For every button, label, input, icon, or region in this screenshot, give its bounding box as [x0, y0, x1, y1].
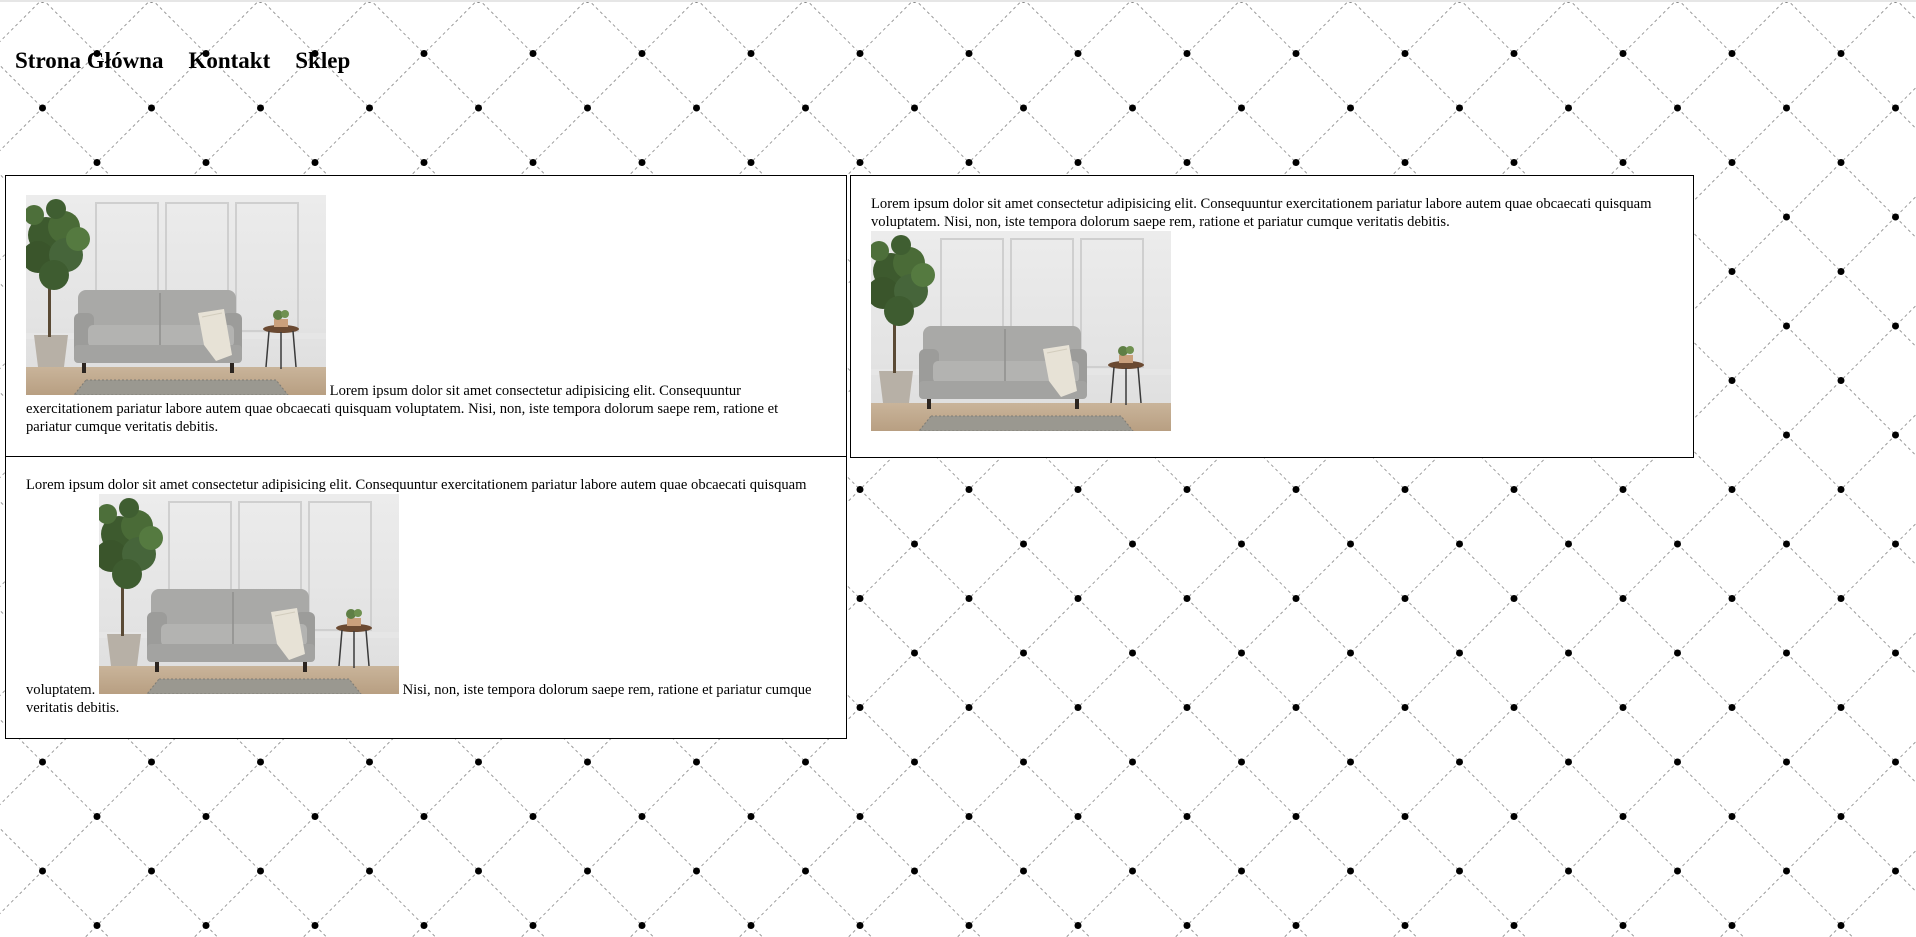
- card-3-paragraph: Lorem ipsum dolor sit amet consectetur a…: [26, 476, 826, 717]
- main-nav: Strona Główna Kontakt Sklep: [15, 47, 350, 75]
- content-card-3: Lorem ipsum dolor sit amet consectetur a…: [5, 456, 847, 739]
- sofa-photo: [871, 231, 1171, 431]
- nav-link-shop[interactable]: Sklep: [295, 47, 350, 75]
- card-2-text: Lorem ipsum dolor sit amet consectetur a…: [871, 196, 1652, 230]
- sofa-photo: [26, 195, 326, 395]
- content-card-1: Lorem ipsum dolor sit amet consectetur a…: [5, 175, 847, 458]
- card-1-paragraph: Lorem ipsum dolor sit amet consectetur a…: [26, 195, 826, 436]
- content-card-2: Lorem ipsum dolor sit amet consectetur a…: [850, 175, 1694, 458]
- nav-link-home[interactable]: Strona Główna: [15, 47, 163, 75]
- nav-link-contact[interactable]: Kontakt: [188, 47, 270, 75]
- sofa-photo: [98, 494, 399, 694]
- top-rule: [0, 0, 1916, 2]
